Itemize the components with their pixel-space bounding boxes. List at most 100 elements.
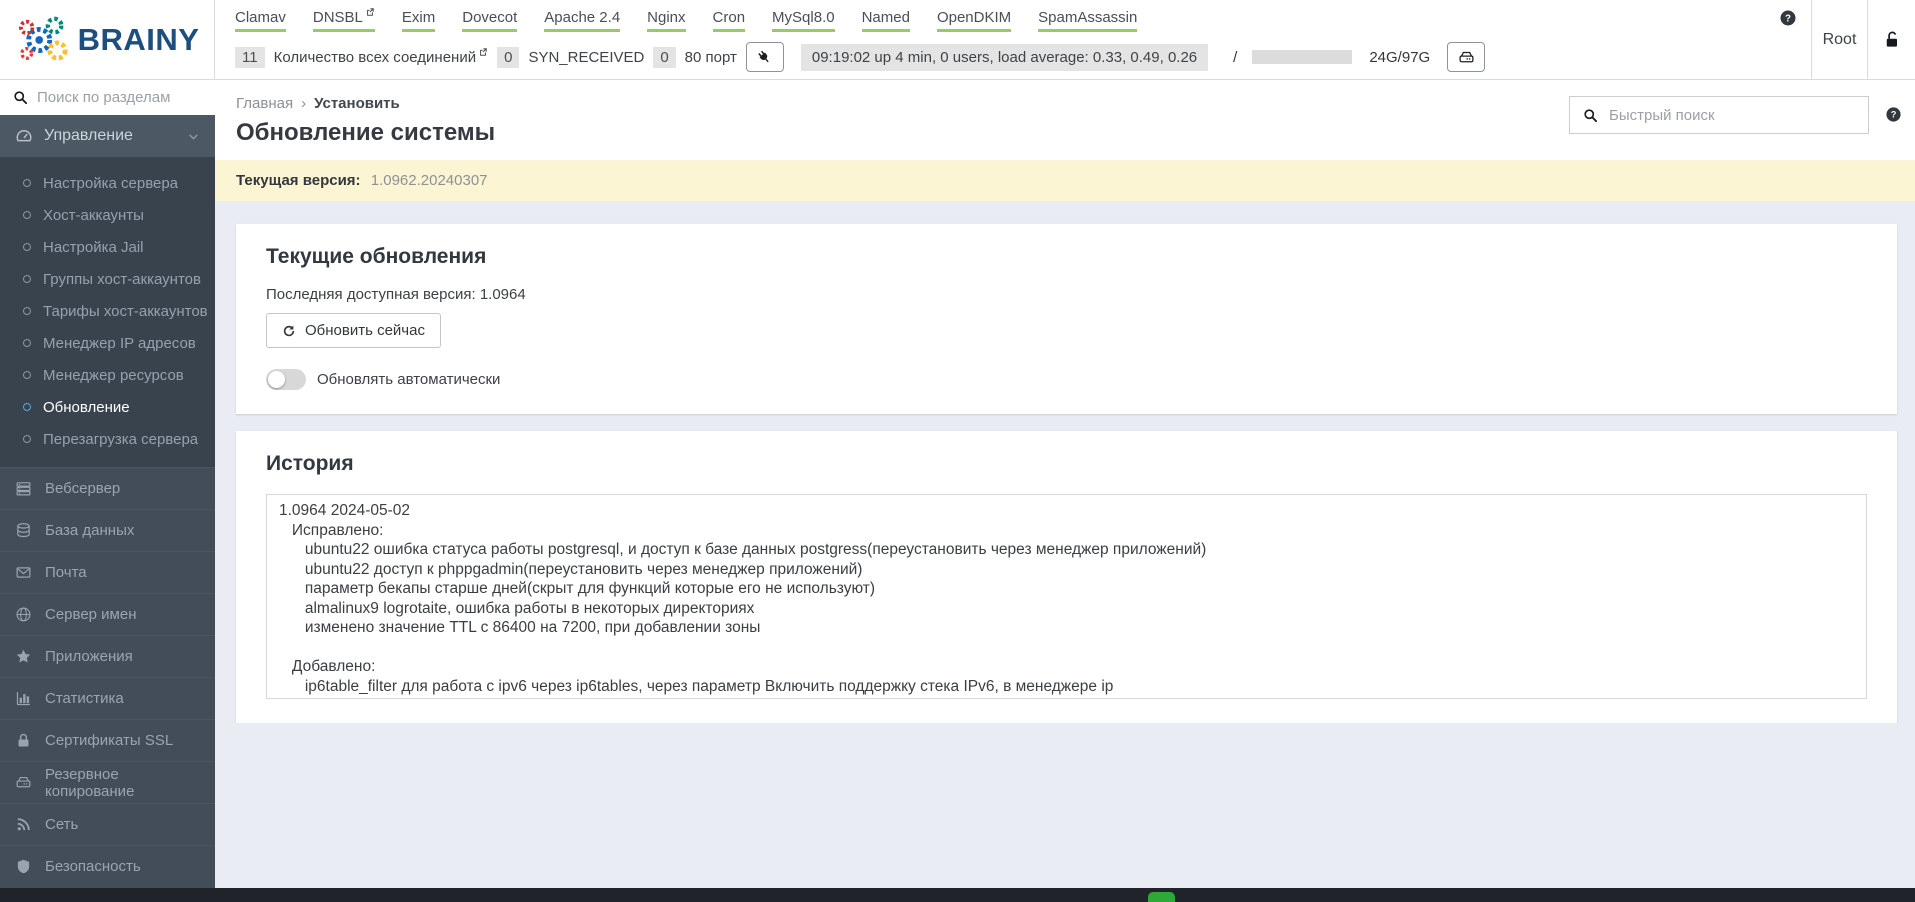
syn-label: SYN_RECEIVED: [528, 48, 645, 66]
hdd-icon: [1459, 51, 1474, 62]
content-header: Главная › Установить Обновление системы …: [215, 80, 1915, 160]
bullet-icon: [23, 307, 31, 315]
globe-icon: [16, 607, 31, 622]
star-icon: [16, 649, 31, 663]
database-icon: [17, 523, 30, 538]
connections-count-badge: 11: [235, 46, 265, 68]
sidebar-item-mail[interactable]: Почта: [0, 551, 215, 593]
sidebar-item-host-groups[interactable]: Группы хост-аккаунтов: [0, 263, 215, 295]
sidebar-item-resource-manager[interactable]: Менеджер ресурсов: [0, 359, 215, 391]
svg-text:?: ?: [1785, 13, 1791, 24]
sidebar-section-label: Управление: [44, 127, 133, 144]
refresh-icon: [283, 324, 295, 336]
auto-update-toggle[interactable]: [266, 369, 306, 390]
service-link-exim[interactable]: Exim: [401, 9, 436, 32]
service-link-clamav[interactable]: Clamav: [235, 9, 286, 32]
green-indicator: [1148, 892, 1175, 902]
chart-icon: [16, 692, 30, 706]
brand-logo[interactable]: BRAINY: [0, 0, 215, 79]
sidebar-item-host-accounts[interactable]: Хост-аккаунты: [0, 199, 215, 231]
updates-card-title: Текущие обновления: [266, 245, 487, 268]
current-version-banner: Текущая версия: 1.0962.20240307: [215, 160, 1915, 201]
breadcrumb-separator: ›: [301, 95, 307, 112]
bullet-icon: [23, 179, 31, 187]
sidebar-main-menu: Вебсервер База данных Почта Сервер имен …: [0, 467, 215, 887]
sidebar-search-input[interactable]: [37, 89, 202, 106]
sidebar-item-jail-settings[interactable]: Настройка Jail: [0, 231, 215, 263]
sidebar-item-server-reboot[interactable]: Перезагрузка сервера: [0, 423, 215, 455]
logout-lock-button[interactable]: [1867, 0, 1915, 79]
sidebar-item-nameserver[interactable]: Сервер имен: [0, 593, 215, 635]
port-label: 80 порт: [684, 48, 737, 66]
connections-plug-button[interactable]: [745, 42, 784, 72]
disk-info-button[interactable]: [1447, 42, 1486, 72]
updates-card: Текущие обновления Последняя доступная в…: [236, 224, 1897, 414]
page-help-button[interactable]: ?: [1885, 106, 1902, 123]
service-link-mysql[interactable]: MySql8.0: [772, 9, 835, 32]
service-link-cron[interactable]: Cron: [712, 9, 746, 32]
bullet-icon: [23, 211, 31, 219]
service-link-dovecot[interactable]: Dovecot: [462, 9, 518, 32]
rss-icon: [17, 818, 30, 831]
current-version-label: Текущая версия:: [236, 172, 361, 189]
cards-area: Текущие обновления Последняя доступная в…: [215, 201, 1915, 723]
chevron-down-icon: [189, 133, 198, 140]
bullet-icon: [23, 435, 31, 443]
top-bar: BRAINY Clamav DNSBL Exim Dovecot Apache …: [0, 0, 1915, 80]
sidebar-item-database[interactable]: База данных: [0, 509, 215, 551]
service-link-nginx[interactable]: Nginx: [647, 9, 686, 32]
toggle-knob: [268, 371, 285, 388]
brand-name: BRAINY: [77, 21, 200, 57]
auto-update-label: Обновлять автоматически: [317, 371, 501, 388]
update-now-button[interactable]: Обновить сейчас: [266, 313, 441, 348]
quick-search-input[interactable]: [1609, 106, 1855, 124]
svg-text:?: ?: [1891, 110, 1897, 120]
sidebar-section-management[interactable]: Управление: [0, 115, 215, 157]
sidebar-search: [0, 80, 215, 115]
latest-version-text: Последняя доступная версия: 1.0964: [266, 286, 526, 303]
sidebar-submenu: Настройка сервера Хост-аккаунты Настройк…: [0, 157, 215, 467]
sidebar: Управление Настройка сервера Хост-аккаун…: [0, 80, 215, 888]
body-row: Управление Настройка сервера Хост-аккаун…: [0, 80, 1915, 888]
gauge-icon: [16, 129, 32, 142]
sidebar-item-webserver[interactable]: Вебсервер: [0, 467, 215, 509]
sidebar-item-ip-manager[interactable]: Менеджер IP адресов: [0, 327, 215, 359]
external-link-icon: [480, 47, 487, 56]
service-link-dnsbl[interactable]: DNSBL: [312, 8, 375, 32]
sidebar-item-backup[interactable]: Резервное копирование: [0, 761, 215, 803]
breadcrumb-current: Установить: [314, 95, 400, 112]
sidebar-item-server-settings[interactable]: Настройка сервера: [0, 167, 215, 199]
history-card-title: История: [266, 452, 354, 475]
quick-search: [1569, 96, 1869, 134]
disk-usage-label: 24G/97G: [1369, 48, 1431, 66]
history-card: История 1.0964 2024-05-02 Исправлено: ub…: [236, 431, 1897, 723]
user-menu[interactable]: Root: [1811, 0, 1867, 79]
service-link-opendkim[interactable]: OpenDKIM: [936, 9, 1012, 32]
changelog-box[interactable]: 1.0964 2024-05-02 Исправлено: ubuntu22 о…: [266, 494, 1867, 699]
shield-icon: [17, 859, 30, 874]
port-count-badge: 0: [653, 46, 676, 68]
help-button[interactable]: ?: [1779, 9, 1797, 27]
brain-gears-icon: [18, 16, 68, 61]
sidebar-item-update[interactable]: Обновление: [0, 391, 215, 423]
sidebar-item-ssl-certificates[interactable]: Сертификаты SSL: [0, 719, 215, 761]
service-link-apache[interactable]: Apache 2.4: [544, 9, 621, 32]
sidebar-item-host-tariffs[interactable]: Тарифы хост-аккаунтов: [0, 295, 215, 327]
external-link-icon: [366, 8, 374, 16]
connections-label[interactable]: Количество всех соединений: [274, 47, 489, 66]
sidebar-item-statistics[interactable]: Статистика: [0, 677, 215, 719]
status-row: 11 Количество всех соединений 0 SYN_RECE…: [235, 42, 1791, 72]
disk-progress-bar: [1252, 50, 1353, 64]
service-link-named[interactable]: Named: [861, 9, 910, 32]
service-link-spamassassin[interactable]: SpamAssassin: [1038, 9, 1138, 32]
bullet-icon: [23, 371, 31, 379]
server-icon: [16, 482, 31, 496]
sidebar-item-security[interactable]: Безопасность: [0, 845, 215, 887]
sidebar-item-network[interactable]: Сеть: [0, 803, 215, 845]
sidebar-item-applications[interactable]: Приложения: [0, 635, 215, 677]
question-circle-icon: ?: [1780, 10, 1796, 26]
syn-count-badge: 0: [497, 46, 520, 68]
current-version-value: 1.0962.20240307: [370, 172, 488, 189]
question-circle-icon: ?: [1886, 107, 1901, 122]
breadcrumb-home[interactable]: Главная: [236, 95, 293, 112]
